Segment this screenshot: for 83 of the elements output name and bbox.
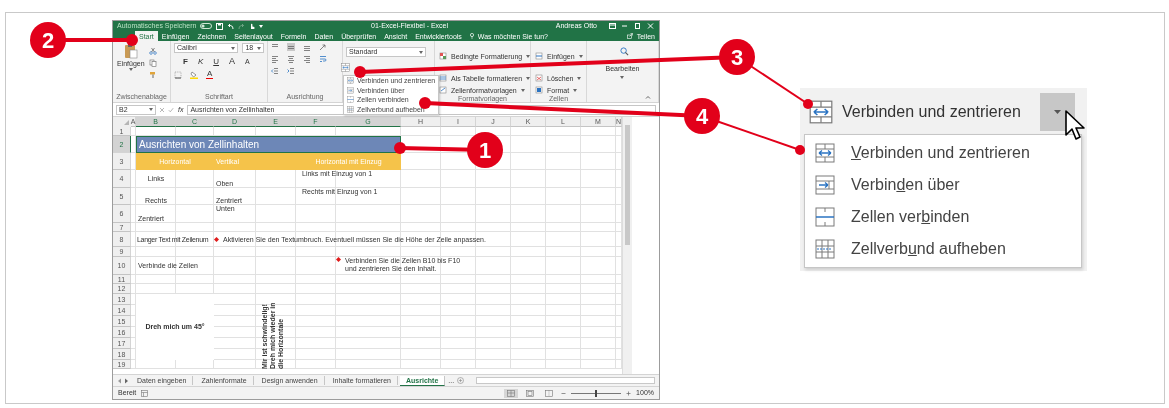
caret-icon [128, 68, 133, 71]
add-sheet-icon[interactable] [457, 377, 465, 384]
table-format-icon[interactable] [439, 74, 447, 82]
font-style-button[interactable]: F [182, 57, 189, 66]
caret-icon [577, 76, 582, 80]
cancel-icon[interactable] [159, 106, 165, 113]
normal-view-button[interactable] [504, 388, 519, 398]
magnifier-icon[interactable] [620, 47, 629, 56]
redo-icon [238, 22, 246, 30]
unmerge-icon [815, 239, 835, 259]
zoom-out-icon[interactable] [561, 390, 567, 396]
previous-sheet-icon[interactable] [117, 377, 122, 384]
caret-icon [526, 76, 531, 80]
orientation-icon[interactable] [319, 43, 327, 51]
select-all-icon[interactable] [113, 117, 131, 127]
merge-across-icon [347, 86, 354, 94]
border-icon[interactable] [174, 70, 182, 79]
caret-icon [259, 24, 264, 28]
zoom-in-icon[interactable] [626, 390, 632, 396]
merge-cells-icon [815, 207, 835, 227]
save-icon[interactable] [216, 22, 224, 30]
wrap-text-icon[interactable] [319, 55, 327, 63]
caret-icon [578, 54, 583, 58]
format-painter-icon[interactable] [148, 71, 157, 79]
merge-center-icon [815, 143, 835, 163]
share-icon [626, 33, 633, 39]
lightbulb-icon [469, 33, 474, 39]
merge-cells-icon [347, 96, 354, 104]
touch-mode-icon[interactable] [249, 22, 256, 30]
minimize-icon[interactable] [620, 23, 629, 29]
align-bottom-icon[interactable] [303, 43, 311, 51]
conditional-format-icon[interactable] [439, 52, 447, 60]
merge-across-icon [815, 175, 835, 195]
menu-item[interactable]: Zellen verbinden [805, 201, 1081, 233]
undo-icon[interactable] [227, 22, 235, 30]
horizontal-scrollbar[interactable] [476, 377, 655, 384]
increase-indent-icon[interactable] [287, 67, 295, 75]
collapse-ribbon-icon[interactable] [645, 95, 651, 99]
caret-icon [520, 88, 525, 92]
caret-icon [1054, 110, 1061, 114]
scissors-icon[interactable] [148, 47, 157, 55]
callout-number: 2 [30, 22, 66, 58]
menu-item[interactable]: Verbinden über [805, 169, 1081, 201]
callout-number: 3 [719, 39, 755, 75]
menu-item[interactable]: Zellverbund aufheben [805, 233, 1081, 265]
align-center-icon[interactable] [287, 55, 295, 63]
delete-cells-icon[interactable] [535, 74, 543, 82]
vertical-scrollbar[interactable] [622, 117, 633, 374]
caret-icon [526, 54, 531, 58]
next-sheet-icon[interactable] [124, 377, 129, 384]
merge-center-button[interactable]: Verbinden und zentrieren [808, 100, 1021, 124]
font-color-button[interactable]: A [206, 70, 214, 79]
diamond-icon [214, 237, 219, 242]
zoom-slider-thumb[interactable] [595, 389, 598, 397]
decrease-indent-icon[interactable] [271, 67, 279, 75]
macro-record-icon[interactable] [141, 389, 149, 397]
align-right-icon[interactable] [303, 55, 311, 63]
enter-icon[interactable] [168, 106, 174, 113]
merge-center-icon [808, 100, 834, 124]
maximize-icon[interactable] [633, 23, 642, 29]
caret-icon [620, 76, 625, 79]
align-middle-icon[interactable] [287, 43, 295, 51]
merge-center-icon[interactable] [341, 63, 350, 72]
sheet-title: Ausrichten von Zellinhalten [136, 136, 401, 153]
copy-icon[interactable] [148, 59, 157, 67]
font-style-button[interactable]: K [196, 57, 205, 66]
ribbon-options-icon[interactable] [609, 23, 616, 29]
cell-styles-icon[interactable] [439, 86, 447, 94]
format-cells-icon[interactable] [535, 86, 543, 94]
callout-number: 4 [684, 98, 720, 134]
align-left-icon[interactable] [271, 55, 279, 63]
caret-icon [231, 46, 236, 50]
close-icon[interactable] [646, 23, 655, 29]
caret-icon [419, 50, 423, 54]
fill-color-icon[interactable] [190, 70, 198, 79]
caret-icon [257, 46, 261, 50]
caret-icon [573, 88, 578, 92]
autosave-toggle[interactable] [200, 23, 213, 29]
menu-item[interactable]: Verbinden und zentrieren [805, 137, 1081, 169]
caret-icon [149, 108, 153, 111]
insert-cells-icon[interactable] [535, 52, 543, 60]
grow-font-button[interactable]: A [228, 57, 237, 66]
font-style-button[interactable]: U [212, 57, 220, 66]
